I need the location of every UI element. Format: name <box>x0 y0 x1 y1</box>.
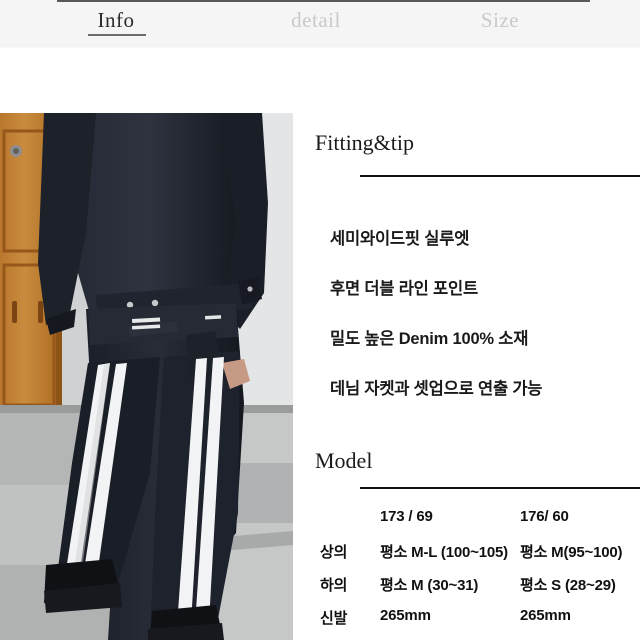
tab-size[interactable]: Size <box>447 8 553 33</box>
product-photo[interactable] <box>0 113 293 640</box>
model-a-spec: 173 / 69 <box>380 508 433 525</box>
row-value-model-b: 평소 S (28~29) <box>520 577 616 594</box>
model-measurement-table: 173 / 69 176/ 60 상의 평소 M-L (100~105) 평소 … <box>293 508 640 640</box>
model-divider <box>360 487 640 489</box>
table-header-row: 173 / 69 176/ 60 <box>293 508 640 541</box>
model-heading: Model <box>315 448 373 473</box>
row-label: 하의 <box>320 577 348 594</box>
tab-bar-shadow <box>0 44 640 48</box>
fitting-feature-item: 세미와이드핏 실루엣 <box>330 230 470 248</box>
tab-bar-top-rule <box>57 0 590 2</box>
fitting-tip-heading: Fitting&tip <box>315 130 415 155</box>
row-label: 상의 <box>320 544 348 561</box>
row-value-model-b: 평소 M(95~100) <box>520 544 623 561</box>
tab-active-underline <box>88 34 146 36</box>
fitting-feature-item: 후면 더블 라인 포인트 <box>330 280 478 298</box>
table-row: 하의 평소 M (30~31) 평소 S (28~29) <box>293 574 640 607</box>
row-value-model-a: 평소 M-L (100~105) <box>380 544 508 561</box>
tab-bar: Info detail Size <box>0 0 640 48</box>
table-row: 상의 평소 M-L (100~105) 평소 M(95~100) <box>293 541 640 574</box>
tab-info[interactable]: Info <box>70 8 162 33</box>
fitting-feature-item: 데님 자켓과 셋업으로 연출 가능 <box>330 380 543 398</box>
row-value-model-a: 평소 M (30~31) <box>380 577 479 594</box>
fitting-tip-divider <box>360 175 640 177</box>
row-label: 신발 <box>320 610 348 627</box>
fitting-feature-item: 밀도 높은 Denim 100% 소재 <box>330 330 529 348</box>
row-value-model-a: 265mm <box>380 607 431 624</box>
row-value-model-b: 265mm <box>520 607 571 624</box>
tab-detail[interactable]: detail <box>253 8 379 33</box>
table-row: 신발 265mm 265mm <box>293 607 640 640</box>
product-info-panel: Fitting&tip 세미와이드핏 실루엣 후면 더블 라인 포인트 밀도 높… <box>293 113 640 640</box>
model-b-spec: 176/ 60 <box>520 508 569 525</box>
